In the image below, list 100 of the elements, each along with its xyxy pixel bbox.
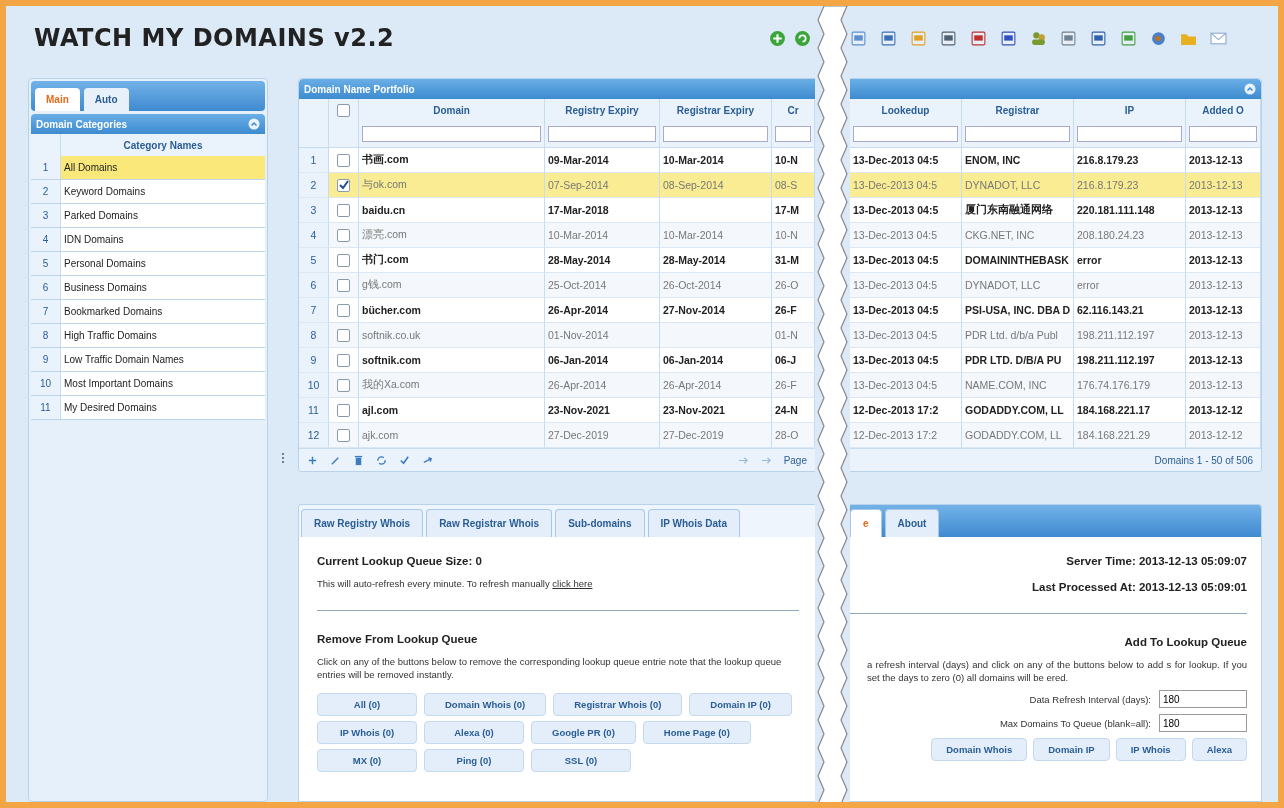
filter-field[interactable] — [965, 126, 1070, 142]
table-row[interactable]: 5 书门.com 28-May-2014 28-May-2014 31-M — [299, 248, 815, 273]
category-item[interactable]: Personal Domains — [61, 252, 265, 275]
remove-queue-button[interactable]: IP Whois (0) — [317, 721, 417, 744]
table-row[interactable]: 12-Dec-2013 17:2 GODADDY.COM, LL 184.168.221.29 2013-12-12 — [850, 423, 1261, 448]
filter-field[interactable] — [548, 126, 656, 142]
table-row[interactable]: 13-Dec-2013 04:5 PDR Ltd. d/b/a Publ 198.211.112.197 2013-12-13 — [850, 323, 1261, 348]
checkbox[interactable] — [337, 378, 350, 392]
remove-queue-button[interactable]: MX (0) — [317, 749, 417, 772]
checkbox[interactable] — [337, 278, 350, 292]
collapse-icon[interactable] — [1244, 83, 1256, 95]
field-label: Data Refresh Interval (days): — [1029, 693, 1151, 705]
remove-queue-button[interactable]: Home Page (0) — [642, 721, 751, 744]
table-row[interactable]: 12 ajk.com 27-Dec-2019 27-Dec-2019 28-O — [299, 423, 815, 448]
category-item[interactable]: Parked Domains — [61, 204, 265, 227]
refresh-link[interactable]: click here — [552, 578, 593, 589]
remove-queue-button[interactable]: Registrar Whois (0) — [553, 693, 683, 716]
table-row[interactable]: 13-Dec-2013 04:5 DOMAININTHEBASK error 2013-12-13 — [850, 248, 1261, 273]
swap-icon[interactable] — [422, 454, 433, 466]
category-item[interactable]: All Domains — [61, 156, 265, 179]
table-row[interactable]: 13-Dec-2013 04:5 PDR LTD. D/B/A PU 198.211.112.197 2013-12-13 — [850, 348, 1261, 373]
details-tab[interactable]: Sub-domains — [555, 509, 645, 537]
row-number: 4 — [31, 228, 61, 251]
category-item[interactable]: Most Important Domains — [61, 372, 265, 395]
splitter-handle-icon[interactable] — [281, 452, 285, 464]
table-row[interactable]: 13-Dec-2013 04:5 CKG.NET, INC 208.180.24.23 2013-12-13 — [850, 223, 1261, 248]
add-icon[interactable] — [307, 454, 318, 466]
input-field[interactable]: 180 — [1159, 714, 1247, 732]
remove-queue-button[interactable]: All (0) — [317, 693, 417, 716]
remove-queue-button[interactable]: Google PR (0) — [531, 721, 636, 744]
remove-queue-button[interactable]: Alexa (0) — [424, 721, 524, 744]
row-number: 12 — [299, 423, 329, 448]
checkbox[interactable] — [337, 178, 350, 192]
checkbox[interactable] — [337, 328, 350, 342]
queue-size-heading: Current Lookup Queue Size: 0 — [317, 555, 483, 567]
remove-queue-button[interactable]: Ping (0) — [424, 749, 524, 772]
category-item[interactable]: IDN Domains — [61, 228, 265, 251]
people-icon[interactable] — [1030, 29, 1047, 47]
table-row[interactable]: 13-Dec-2013 04:5 DYNADOT, LLC error 2013-12-13 — [850, 273, 1261, 298]
details-tab[interactable]: About — [884, 509, 940, 537]
remove-queue-button[interactable]: SSL (0) — [531, 749, 631, 772]
checkbox[interactable] — [337, 253, 350, 267]
table-row[interactable]: 8 softnik.co.uk 01-Nov-2014 01-N — [299, 323, 815, 348]
filter-field[interactable] — [1077, 126, 1182, 142]
add-queue-button[interactable]: IP Whois — [1115, 738, 1186, 761]
table-row[interactable]: 13-Dec-2013 04:5 厦门东南融通网络 220.181.111.148 2013-12-13 — [850, 198, 1261, 223]
details-tab[interactable]: e — [850, 509, 882, 537]
category-item[interactable]: Business Domains — [61, 276, 265, 299]
filter-field[interactable] — [775, 126, 811, 142]
filter-field[interactable] — [853, 126, 958, 142]
checkbox[interactable] — [337, 103, 350, 117]
input-field[interactable]: 180 — [1159, 690, 1247, 708]
details-tab[interactable]: Raw Registry Whois — [301, 509, 424, 537]
checkbox[interactable] — [337, 303, 350, 317]
trash-icon[interactable] — [353, 454, 364, 466]
category-item[interactable]: My Desired Domains — [61, 396, 265, 419]
table-row[interactable]: 1 书画.com 09-Mar-2014 10-Mar-2014 10-N — [299, 148, 815, 173]
add-queue-button[interactable]: Domain IP — [1033, 738, 1110, 761]
collapse-icon[interactable] — [248, 118, 260, 130]
table-row[interactable]: 13-Dec-2013 04:5 DYNADOT, LLC 216.8.179.23 2013-12-13 — [850, 173, 1261, 198]
table-row[interactable]: 9 softnik.com 06-Jan-2014 06-Jan-2014 06-J — [299, 348, 815, 373]
remove-queue-button[interactable]: Domain IP (0) — [689, 693, 792, 716]
sidebar-tab[interactable]: Auto — [83, 88, 129, 111]
add-queue-button[interactable]: Alexa — [1191, 738, 1247, 761]
checkbox[interactable] — [337, 428, 350, 442]
remove-queue-button[interactable]: Domain Whois (0) — [424, 693, 547, 716]
category-item[interactable]: Keyword Domains — [61, 180, 265, 203]
table-row[interactable]: 13-Dec-2013 04:5 NAME.COM, INC 176.74.176.179 2013-12-13 — [850, 373, 1261, 398]
check-icon[interactable] — [399, 454, 410, 466]
table-row[interactable]: 7 bücher.com 26-Apr-2014 27-Nov-2014 26-F — [299, 298, 815, 323]
checkbox[interactable] — [337, 403, 350, 417]
table-row[interactable]: 2 与ok.com 07-Sep-2014 08-Sep-2014 08-S — [299, 173, 815, 198]
table-row[interactable]: 12-Dec-2013 17:2 GODADDY.COM, LL 184.168.221.17 2013-12-12 — [850, 398, 1261, 423]
row-number: 3 — [299, 198, 329, 223]
filter-field[interactable] — [362, 126, 541, 142]
details-tab[interactable]: IP Whois Data — [647, 509, 740, 537]
checkbox[interactable] — [337, 228, 350, 242]
table-row[interactable]: 13-Dec-2013 04:5 PSI-USA, INC. DBA D 62.116.143.21 2013-12-13 — [850, 298, 1261, 323]
table-row[interactable]: 13-Dec-2013 04:5 ENOM, INC 216.8.179.23 2013-12-13 — [850, 148, 1261, 173]
table-row[interactable]: 3 baidu.cn 17-Mar-2018 17-M — [299, 198, 815, 223]
filter-field[interactable] — [1189, 126, 1257, 142]
table-row[interactable]: 6 g钱.com 25-Oct-2014 26-Oct-2014 26-O — [299, 273, 815, 298]
table-row[interactable]: 11 ajl.com 23-Nov-2021 23-Nov-2021 24-N — [299, 398, 815, 423]
category-item[interactable]: High Traffic Domains — [61, 324, 265, 347]
category-item[interactable]: Low Traffic Domain Names — [61, 348, 265, 371]
checkbox[interactable] — [337, 353, 350, 367]
filter-field[interactable] — [663, 126, 768, 142]
refresh-icon[interactable] — [376, 454, 387, 466]
table-row[interactable]: 4 漂亮.com 10-Mar-2014 10-Mar-2014 10-N — [299, 223, 815, 248]
row-number: 9 — [31, 348, 61, 371]
globe-icon[interactable] — [1150, 29, 1167, 47]
details-tab[interactable]: Raw Registrar Whois — [426, 509, 553, 537]
category-item[interactable]: Bookmarked Domains — [61, 300, 265, 323]
table-row[interactable]: 10 我的Xa.com 26-Apr-2014 26-Apr-2014 26-F — [299, 373, 815, 398]
refresh-icon[interactable] — [794, 29, 811, 47]
checkbox[interactable] — [337, 203, 350, 217]
checkbox[interactable] — [337, 153, 350, 167]
add-icon[interactable] — [769, 29, 786, 47]
add-queue-button[interactable]: Domain Whois — [931, 738, 1028, 761]
sidebar-tab[interactable]: Main — [35, 88, 80, 111]
